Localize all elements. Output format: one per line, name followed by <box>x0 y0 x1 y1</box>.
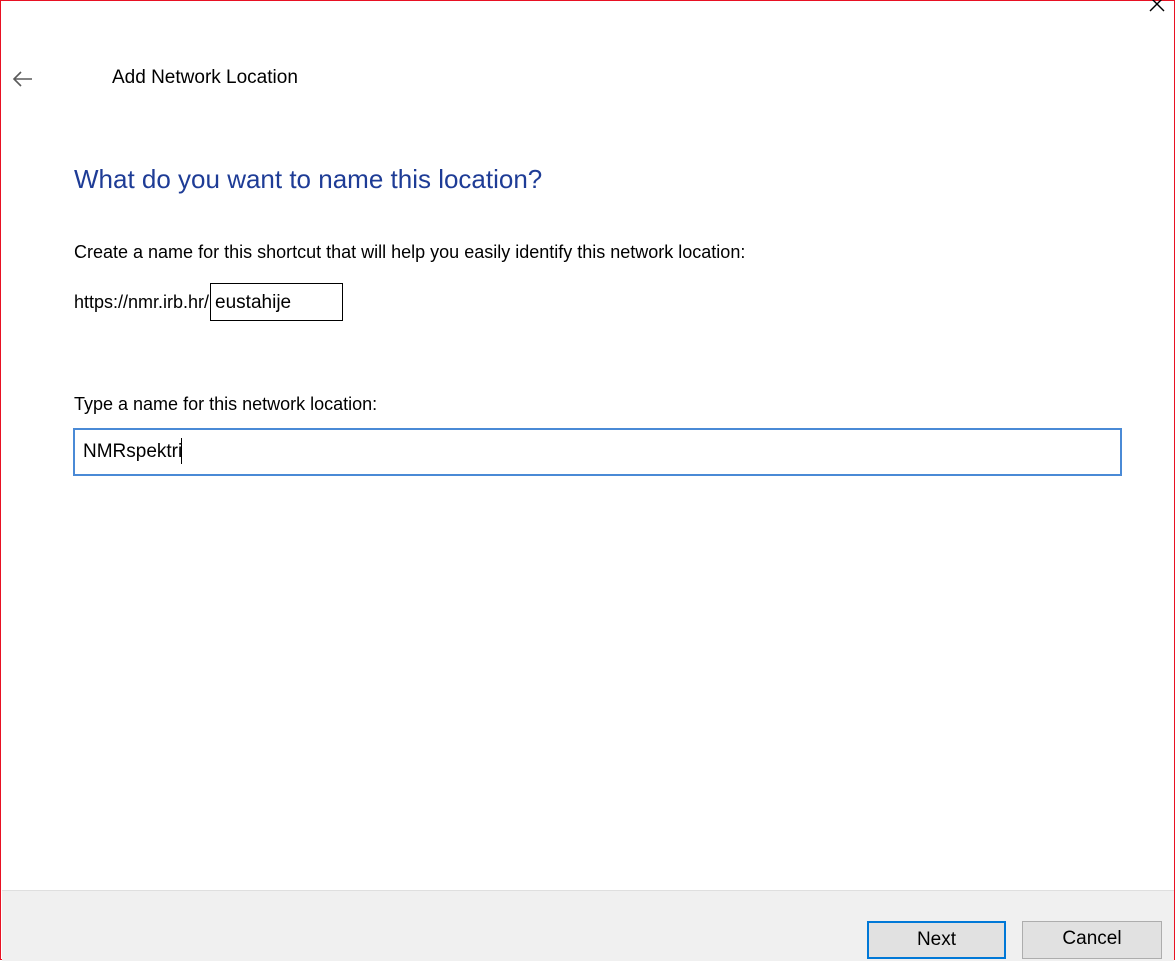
wizard-footer: Next Cancel <box>2 890 1174 961</box>
name-field-label: Type a name for this network location: <box>74 394 378 414</box>
cancel-button[interactable]: Cancel <box>1022 921 1162 959</box>
url-prefix: https://nmr.irb.hr/ <box>74 291 210 312</box>
description-text: Create a name for this shortcut that wil… <box>74 242 746 262</box>
wizard-title: Add Network Location <box>112 67 298 88</box>
add-network-location-window: Add Network Location What do you want to… <box>0 0 1175 961</box>
close-icon <box>1149 0 1165 12</box>
location-name-input[interactable] <box>73 428 1122 476</box>
url-suffix-highlight: eustahije <box>210 283 344 321</box>
page-heading: What do you want to name this location? <box>74 164 543 194</box>
network-address-row: https://nmr.irb.hr/ eustahije <box>74 282 344 322</box>
back-button[interactable] <box>11 67 35 91</box>
close-button[interactable] <box>1140 0 1174 21</box>
next-button[interactable]: Next <box>867 921 1006 959</box>
back-arrow-icon <box>12 71 32 87</box>
text-caret <box>181 438 182 464</box>
